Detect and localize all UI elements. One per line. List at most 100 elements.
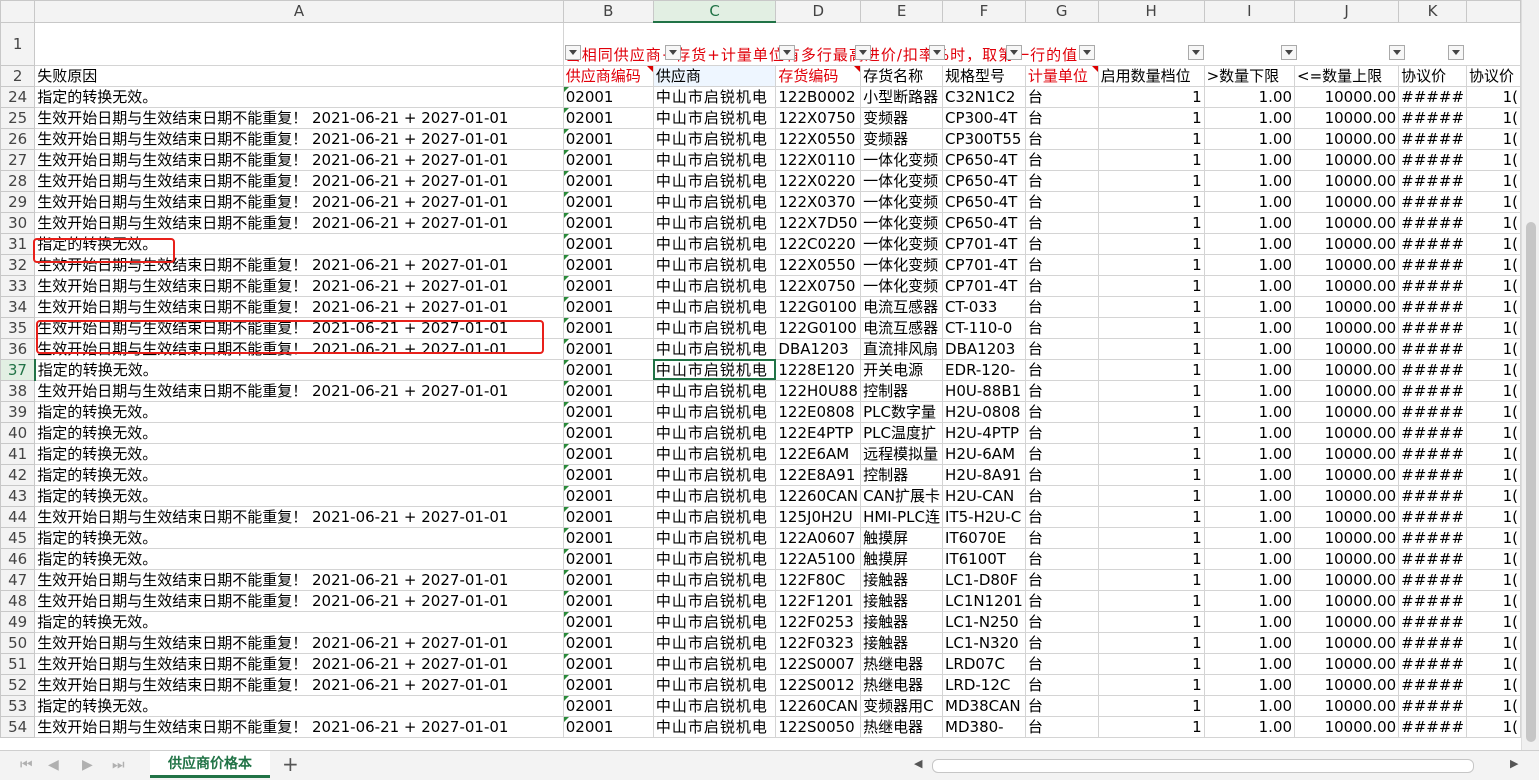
header-cell-5[interactable]: 规格型号	[942, 64, 1026, 87]
cell-j[interactable]: 10000.00	[1294, 589, 1400, 612]
cell-a[interactable]: 指定的转换无效。	[34, 610, 564, 633]
cell-i[interactable]: 1.00	[1203, 547, 1296, 570]
cell-c[interactable]: 中山市启锐机电	[652, 652, 777, 675]
cell-i[interactable]: 1.00	[1203, 169, 1296, 192]
cell-e[interactable]: CAN扩展卡	[860, 484, 944, 507]
cell-b[interactable]: 02001	[562, 148, 654, 171]
cell-g[interactable]: 台	[1024, 274, 1099, 297]
cell-h[interactable]: 1	[1097, 631, 1205, 654]
cell-d[interactable]: 122X0750	[775, 106, 862, 129]
cell-c[interactable]: 中山市启锐机电	[652, 169, 777, 192]
cell-a[interactable]: 指定的转换无效。	[34, 547, 564, 570]
cell-a[interactable]: 生效开始日期与生效结束日期不能重复！ 2021-06-21 + 2027-01-…	[34, 652, 564, 675]
cell-g[interactable]: 台	[1024, 106, 1099, 129]
cell-j[interactable]: 10000.00	[1294, 400, 1400, 423]
cell-l[interactable]: 1(	[1466, 463, 1521, 486]
cell-h[interactable]: 1	[1097, 547, 1205, 570]
cell-c[interactable]: 中山市启锐机电	[652, 442, 777, 465]
cell-i[interactable]: 1.00	[1203, 358, 1296, 381]
cell-f[interactable]: H2U-4PTP	[942, 421, 1026, 444]
cell-f[interactable]: DBA1203	[942, 337, 1026, 360]
cell-e[interactable]: 变频器	[860, 127, 944, 150]
header-cell-1[interactable]: 供应商编码	[562, 64, 654, 87]
cell-c[interactable]: 中山市启锐机电	[652, 589, 777, 612]
cell-b[interactable]: 02001	[562, 358, 654, 381]
cell-i[interactable]: 1.00	[1203, 484, 1296, 507]
cell-f[interactable]: CP650-4T	[942, 148, 1026, 171]
cell-d[interactable]: 122B0002	[775, 85, 862, 108]
row-header[interactable]: 39	[0, 400, 36, 423]
cell-d[interactable]: 122X0220	[775, 169, 862, 192]
cell-e[interactable]: 小型断路器	[860, 85, 944, 108]
cell-b[interactable]: 02001	[562, 526, 654, 549]
cell-h[interactable]: 1	[1097, 694, 1205, 717]
row-header[interactable]: 34	[0, 295, 36, 318]
cell-e[interactable]: 接触器	[860, 568, 944, 591]
cell-k[interactable]: #####	[1398, 190, 1468, 213]
cell-k[interactable]: #####	[1398, 589, 1468, 612]
cell-e[interactable]: 热继电器	[860, 715, 944, 738]
cell-h[interactable]: 1	[1097, 673, 1205, 696]
cell-c[interactable]: 中山市启锐机电	[652, 253, 777, 276]
column-header-B[interactable]: B	[562, 0, 654, 23]
cell-h[interactable]: 1	[1097, 316, 1205, 339]
cell-a[interactable]: 指定的转换无效。	[34, 85, 564, 108]
cell-e[interactable]: 远程模拟量	[860, 442, 944, 465]
cell-l[interactable]: 1(	[1466, 610, 1521, 633]
cell-b[interactable]: 02001	[562, 421, 654, 444]
cell-f[interactable]: H2U-8A91	[942, 463, 1026, 486]
cell-h[interactable]: 1	[1097, 505, 1205, 528]
column-header-H[interactable]: H	[1097, 0, 1205, 23]
cell-a[interactable]: 指定的转换无效。	[34, 694, 564, 717]
cell-h[interactable]: 1	[1097, 421, 1205, 444]
cell-f[interactable]: CP300T55	[942, 127, 1026, 150]
cell-j[interactable]: 10000.00	[1294, 568, 1400, 591]
cell-h[interactable]: 1	[1097, 106, 1205, 129]
spreadsheet-grid[interactable]: A B C D E F G H I J K 1 当相同供应商+存货+计量单位有多行最高进价/扣率%时，取…	[0, 0, 1521, 750]
cell-a[interactable]: 生效开始日期与生效结束日期不能重复！ 2021-06-21 + 2027-01-…	[34, 295, 564, 318]
cell-k[interactable]: #####	[1398, 148, 1468, 171]
cell-b[interactable]: 02001	[562, 610, 654, 633]
cell-j[interactable]: 10000.00	[1294, 484, 1400, 507]
cell-l[interactable]: 1(	[1466, 127, 1521, 150]
cell-e[interactable]: 接触器	[860, 589, 944, 612]
cell-h[interactable]: 1	[1097, 463, 1205, 486]
cell-e[interactable]: 一体化变频	[860, 148, 944, 171]
cell-d[interactable]: 122E0808	[775, 400, 862, 423]
cell-a1[interactable]	[34, 21, 564, 66]
cell-j[interactable]: 10000.00	[1294, 505, 1400, 528]
cell-k[interactable]: #####	[1398, 610, 1468, 633]
cell-k[interactable]: #####	[1398, 505, 1468, 528]
cell-a[interactable]: 指定的转换无效。	[34, 358, 564, 381]
cell-b[interactable]: 02001	[562, 400, 654, 423]
cell-d[interactable]: 122C0220	[775, 232, 862, 255]
column-header-I[interactable]: I	[1203, 0, 1296, 23]
cell-j[interactable]: 10000.00	[1294, 337, 1400, 360]
cell-l[interactable]: 1(	[1466, 484, 1521, 507]
cell-l[interactable]: 1(	[1466, 169, 1521, 192]
cell-b[interactable]: 02001	[562, 631, 654, 654]
cell-f[interactable]: IT5-H2U-C	[942, 505, 1026, 528]
cell-g[interactable]: 台	[1024, 484, 1099, 507]
cell-h[interactable]: 1	[1097, 652, 1205, 675]
cell-g[interactable]: 台	[1024, 652, 1099, 675]
cell-f[interactable]: H0U-88B1	[942, 379, 1026, 402]
cell-d[interactable]: 122S0007	[775, 652, 862, 675]
scroll-right-icon[interactable]: ▶	[1510, 757, 1518, 770]
cell-c[interactable]: 中山市启锐机电	[652, 211, 777, 234]
cell-g[interactable]: 台	[1024, 673, 1099, 696]
row-header[interactable]: 41	[0, 442, 36, 465]
cell-l[interactable]: 1(	[1466, 274, 1521, 297]
cell-c[interactable]: 中山市启锐机电	[652, 715, 777, 738]
cell-e[interactable]: 一体化变频	[860, 211, 944, 234]
row-header[interactable]: 2	[0, 64, 36, 87]
cell-c[interactable]: 中山市启锐机电	[652, 232, 777, 255]
cell-g[interactable]: 台	[1024, 295, 1099, 318]
cell-b[interactable]: 02001	[562, 127, 654, 150]
cell-b[interactable]: 02001	[562, 190, 654, 213]
cell-c[interactable]: 中山市启锐机电	[652, 190, 777, 213]
cell-l[interactable]: 1(	[1466, 631, 1521, 654]
cell-l[interactable]: 1(	[1466, 526, 1521, 549]
cell-k[interactable]: #####	[1398, 547, 1468, 570]
cell-c[interactable]: 中山市启锐机电	[652, 274, 777, 297]
